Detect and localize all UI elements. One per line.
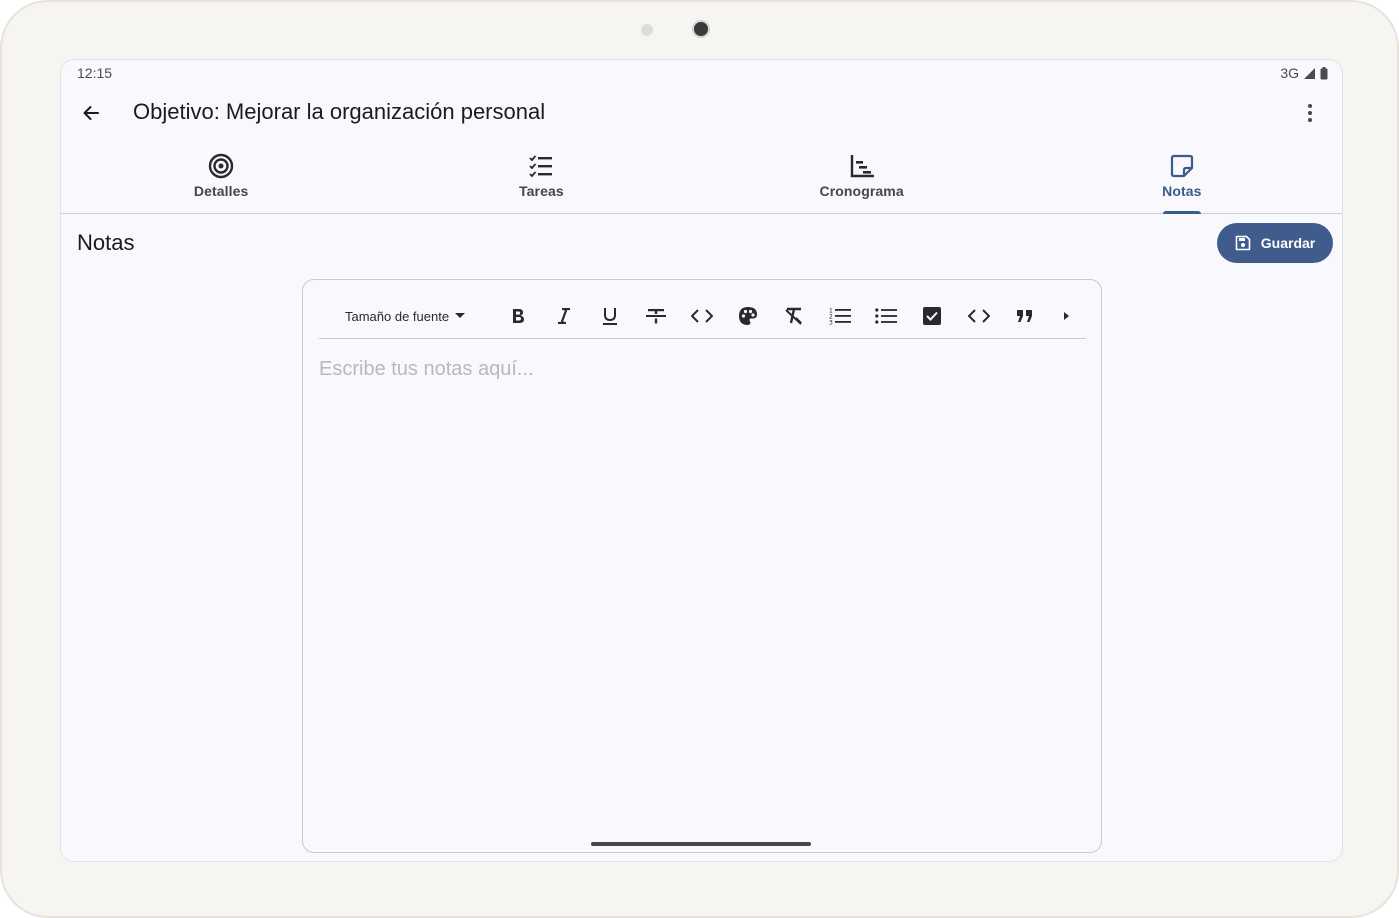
tab-detalles[interactable]: Detalles — [61, 146, 381, 213]
bullet-list-icon — [875, 308, 898, 324]
tab-bar: Detalles Tareas Cronograma Notas — [61, 146, 1342, 214]
strikethrough-button[interactable] — [633, 296, 679, 336]
dropdown-arrow-icon — [455, 313, 466, 319]
tab-label: Cronograma — [819, 183, 904, 199]
tab-cronograma[interactable]: Cronograma — [702, 146, 1022, 213]
page-title: Objetivo: Mejorar la organización person… — [133, 99, 546, 124]
tab-label: Detalles — [193, 183, 249, 199]
section-title: Notas — [77, 230, 135, 255]
code-block-icon — [967, 309, 990, 323]
tab-label: Notas — [1162, 183, 1202, 199]
tab-tareas[interactable]: Tareas — [381, 146, 701, 213]
checkbox-icon — [923, 307, 942, 325]
target-icon — [208, 153, 234, 179]
quote-icon — [1016, 310, 1033, 322]
italic-icon — [557, 308, 571, 324]
status-time: 12:15 — [77, 65, 113, 81]
tab-label: Tareas — [519, 183, 564, 199]
ordered-list-button[interactable]: 1 2 3 — [817, 296, 863, 336]
save-button-label: Guardar — [1260, 235, 1316, 251]
tab-notas[interactable]: Notas — [1022, 146, 1342, 214]
italic-button[interactable] — [541, 296, 587, 336]
code-block-button[interactable] — [956, 296, 1002, 336]
arrow-back-icon — [81, 103, 101, 123]
text-color-button[interactable] — [725, 296, 771, 336]
font-size-dropdown[interactable]: Tamaño de fuente — [319, 309, 495, 324]
signal-icon — [1303, 67, 1316, 80]
home-indicator[interactable] — [591, 842, 811, 846]
front-camera — [692, 20, 710, 38]
clear-format-button[interactable] — [771, 296, 817, 336]
code-icon — [691, 309, 714, 323]
more-tools-button[interactable] — [1048, 296, 1086, 336]
active-tab-indicator — [1162, 211, 1201, 214]
sticky-note-icon — [1169, 153, 1195, 179]
battery-icon — [1320, 66, 1328, 80]
checklist-button[interactable] — [909, 296, 955, 336]
numbered-list-icon: 1 2 3 — [829, 307, 852, 326]
svg-text:3: 3 — [829, 320, 833, 326]
more-vert-icon — [1307, 103, 1313, 123]
save-button[interactable]: Guardar — [1217, 223, 1333, 263]
app-screen: 12:15 3G Objetivo: Mejorar la organizaci… — [60, 59, 1343, 862]
font-size-label: Tamaño de fuente — [345, 308, 450, 324]
strikethrough-icon — [646, 308, 666, 324]
notes-textarea[interactable] — [319, 358, 1079, 828]
arrow-right-icon — [1064, 312, 1070, 320]
rich-text-editor: Tamaño de fuente 1 2 3 Escribe tus notas… — [302, 279, 1102, 853]
sensor-dot — [641, 24, 653, 36]
inline-code-button[interactable] — [679, 296, 725, 336]
more-options-button[interactable] — [1292, 95, 1328, 131]
checklist-icon — [528, 153, 554, 179]
underline-icon — [602, 307, 618, 326]
bullet-list-button[interactable] — [863, 296, 909, 336]
palette-icon — [738, 306, 758, 326]
editor-toolbar: Tamaño de fuente 1 2 3 — [319, 294, 1086, 339]
status-indicators: 3G — [1280, 65, 1328, 81]
tablet-frame: 12:15 3G Objetivo: Mejorar la organizaci… — [0, 0, 1399, 918]
bold-button[interactable] — [495, 296, 541, 336]
network-type: 3G — [1280, 65, 1299, 81]
top-app-bar: Objetivo: Mejorar la organización person… — [61, 86, 1342, 140]
timeline-chart-icon — [849, 153, 875, 179]
underline-button[interactable] — [587, 296, 633, 336]
back-button[interactable] — [73, 95, 109, 131]
format-clear-icon — [784, 307, 804, 325]
bold-icon — [511, 308, 525, 324]
quote-button[interactable] — [1002, 296, 1048, 336]
save-icon — [1235, 235, 1251, 251]
